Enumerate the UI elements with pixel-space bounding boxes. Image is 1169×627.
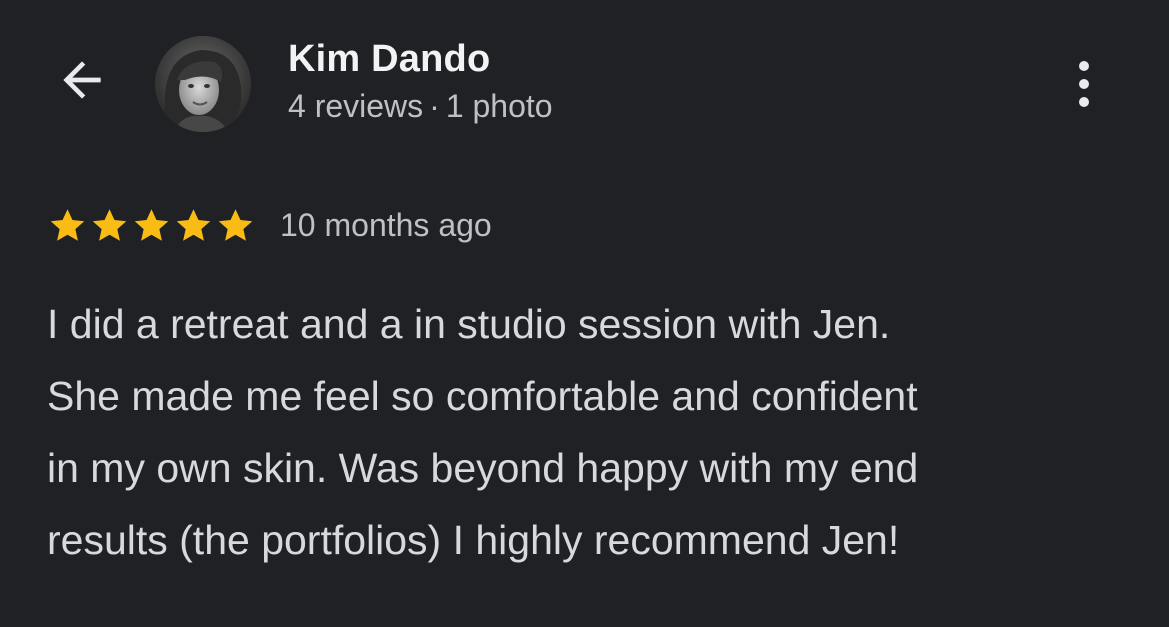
meta-separator: · bbox=[429, 88, 440, 124]
star-icon bbox=[173, 205, 214, 246]
review-line: She made me feel so comfortable and conf… bbox=[47, 373, 918, 419]
avatar[interactable] bbox=[155, 36, 251, 132]
review-line: I did a retreat and a in studio session … bbox=[47, 301, 891, 347]
star-icon bbox=[131, 205, 172, 246]
reviewer-name[interactable]: Kim Dando bbox=[288, 38, 490, 81]
more-vertical-icon bbox=[1079, 61, 1089, 71]
rating-row: 10 months ago bbox=[47, 201, 492, 249]
star-icon bbox=[215, 205, 256, 246]
photo-count: 1 photo bbox=[445, 88, 553, 124]
review-line: results (the portfolios) I highly recomm… bbox=[47, 517, 900, 563]
review-line: in my own skin. Was beyond happy with my… bbox=[47, 445, 919, 491]
review-date: 10 months ago bbox=[280, 206, 492, 243]
star-icon bbox=[89, 205, 130, 246]
back-button[interactable] bbox=[52, 52, 112, 112]
review-text: I did a retreat and a in studio session … bbox=[47, 288, 1127, 576]
review-count: 4 reviews bbox=[288, 88, 424, 124]
reviewer-meta: 4 reviews · 1 photo bbox=[288, 88, 553, 125]
star-rating bbox=[47, 205, 256, 246]
arrow-left-icon bbox=[54, 52, 110, 113]
more-options-button[interactable] bbox=[1062, 52, 1106, 116]
star-icon bbox=[47, 205, 88, 246]
